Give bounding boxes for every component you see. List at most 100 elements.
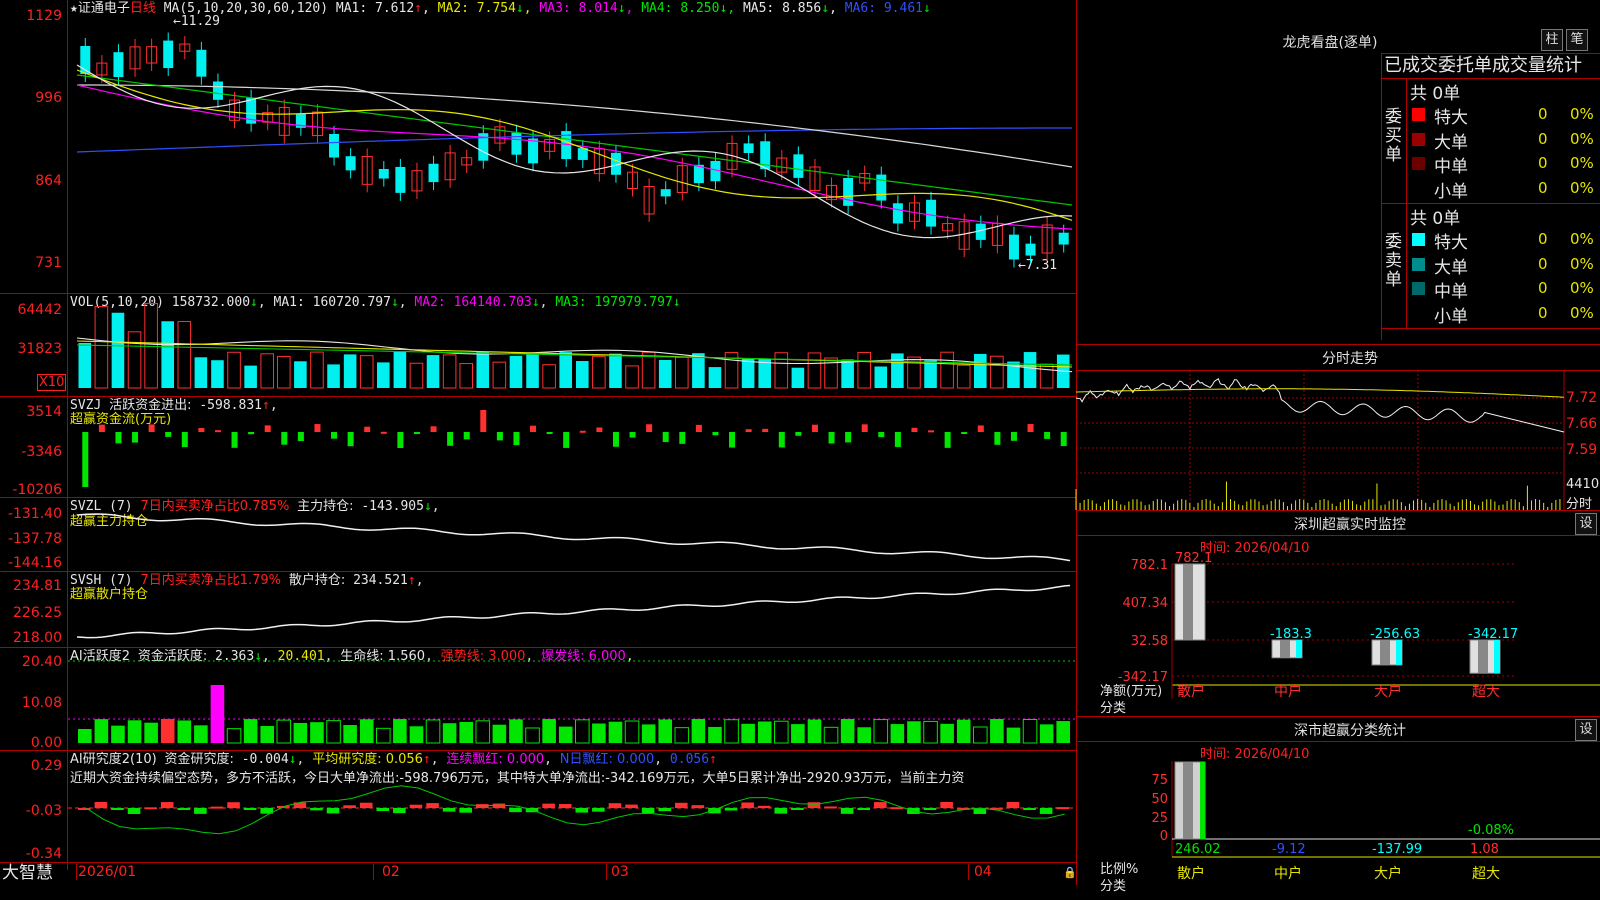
ai-research-chart[interactable] — [0, 750, 1076, 862]
research-bar — [211, 807, 224, 809]
research-bar — [1040, 808, 1053, 814]
flow-bar — [265, 425, 271, 432]
main-position-line — [77, 514, 1070, 561]
main-position-chart[interactable] — [0, 497, 1076, 571]
flow-bar — [596, 427, 602, 432]
flow-bar — [115, 432, 121, 443]
note-label: -0.08% — [1468, 823, 1514, 838]
research-bar — [924, 808, 937, 810]
category-label: 中户 — [1274, 683, 1302, 700]
bar-mode-button[interactable]: 柱 — [1541, 29, 1563, 51]
sz-class-xlabel: 分类 — [1100, 875, 1126, 894]
divider — [1406, 78, 1407, 328]
intraday-title: 分时走势 — [1280, 348, 1420, 368]
color-swatch-icon — [1412, 133, 1425, 146]
order-pct: 0% — [1570, 154, 1594, 172]
category-label: 超大 — [1472, 866, 1500, 882]
candle-body — [1009, 235, 1019, 260]
flow-bar — [149, 424, 155, 432]
flow-bar — [431, 426, 437, 432]
activity-bar — [78, 729, 92, 743]
activity-bar — [294, 723, 308, 743]
flow-bar — [563, 432, 569, 448]
sz-class-chart[interactable]: 75 50 25 0 -0.08% 246.02 散户 -9.12 中户 -137.99 大户 1.0… — [1076, 741, 1600, 900]
research-bar — [692, 805, 705, 808]
order-size-label: 大单 — [1434, 253, 1468, 278]
intraday-chart[interactable] — [1076, 370, 1600, 510]
order-pct: 0% — [1570, 279, 1594, 297]
order-count: 0 — [1538, 230, 1548, 248]
ai-activity-chart[interactable] — [0, 647, 1076, 750]
research-bar — [111, 808, 124, 810]
research-bar — [377, 808, 390, 811]
volume-bar — [211, 360, 224, 388]
order-count: 0 — [1538, 304, 1548, 322]
data-label: -342.17 — [1468, 627, 1518, 642]
flow-bar — [314, 424, 320, 432]
activity-bar — [874, 720, 888, 743]
candle-body — [395, 167, 405, 193]
activity-bar — [708, 727, 722, 743]
order-size-label: 大单 — [1434, 128, 1468, 153]
flow-bar — [845, 432, 851, 442]
volume-bar — [709, 367, 722, 388]
buy-side-label: 委买单 — [1385, 108, 1403, 165]
activity-bar — [526, 728, 540, 743]
tick-mode-button[interactable]: 笔 — [1566, 29, 1588, 51]
ma1-line — [77, 65, 1072, 238]
vol-ma3-line — [77, 345, 1072, 365]
sz-monitor-xlabel: 分类 — [1100, 697, 1126, 716]
research-bar — [194, 808, 207, 814]
divider — [1076, 716, 1600, 717]
fund-flow-chart[interactable] — [0, 396, 1076, 497]
activity-bar — [343, 725, 357, 743]
flow-bar — [298, 432, 304, 441]
lock-icon[interactable]: 🔒 — [1063, 866, 1077, 879]
activity-bar — [692, 719, 706, 743]
flow-bar — [331, 432, 337, 439]
x-tick — [968, 864, 969, 880]
research-bar — [327, 808, 340, 813]
candle-body — [1059, 233, 1069, 245]
candle-body — [1026, 244, 1036, 256]
research-bar — [128, 808, 141, 814]
category-label: 散户 — [1177, 865, 1205, 882]
activity-bar — [957, 720, 971, 743]
flow-bar — [961, 432, 967, 434]
order-size-label: 中单 — [1434, 277, 1468, 302]
research-bar — [874, 802, 887, 808]
activity-bar — [658, 719, 672, 743]
research-bar — [808, 802, 821, 808]
flow-bar — [1028, 424, 1034, 432]
flow-bar — [414, 432, 420, 434]
candle-body — [926, 200, 936, 227]
research-bar — [244, 808, 257, 810]
data-label: -256.63 — [1370, 627, 1420, 642]
activity-bar — [891, 724, 905, 743]
retail-position-chart[interactable] — [0, 571, 1076, 647]
sz-class-settings-button[interactable]: 设 — [1575, 719, 1597, 741]
flow-bar — [1061, 432, 1067, 446]
x-tick-label: 2026/01 — [78, 864, 136, 880]
volume-bar — [278, 356, 291, 388]
research-bar — [426, 803, 439, 808]
volume-bar — [841, 359, 854, 388]
activity-bar — [244, 719, 258, 743]
order-size-label: 特大 — [1434, 103, 1468, 128]
candlestick-chart[interactable] — [0, 0, 1076, 293]
activity-bar — [377, 728, 391, 743]
flow-bar — [547, 432, 553, 434]
sz-monitor-settings-button[interactable]: 设 — [1575, 513, 1597, 535]
x-tick-label: 03 — [611, 864, 629, 880]
order-count: 0 — [1538, 130, 1548, 148]
volume-bar — [228, 352, 241, 388]
flow-bar — [613, 432, 619, 447]
volume-bar — [344, 354, 357, 388]
volume-bar — [510, 356, 523, 388]
volume-bar — [178, 322, 191, 388]
research-bar — [775, 808, 788, 814]
ma5-line — [77, 85, 1072, 167]
candle-body — [893, 203, 903, 223]
volume-chart[interactable] — [0, 293, 1076, 396]
flow-bar — [679, 432, 685, 444]
